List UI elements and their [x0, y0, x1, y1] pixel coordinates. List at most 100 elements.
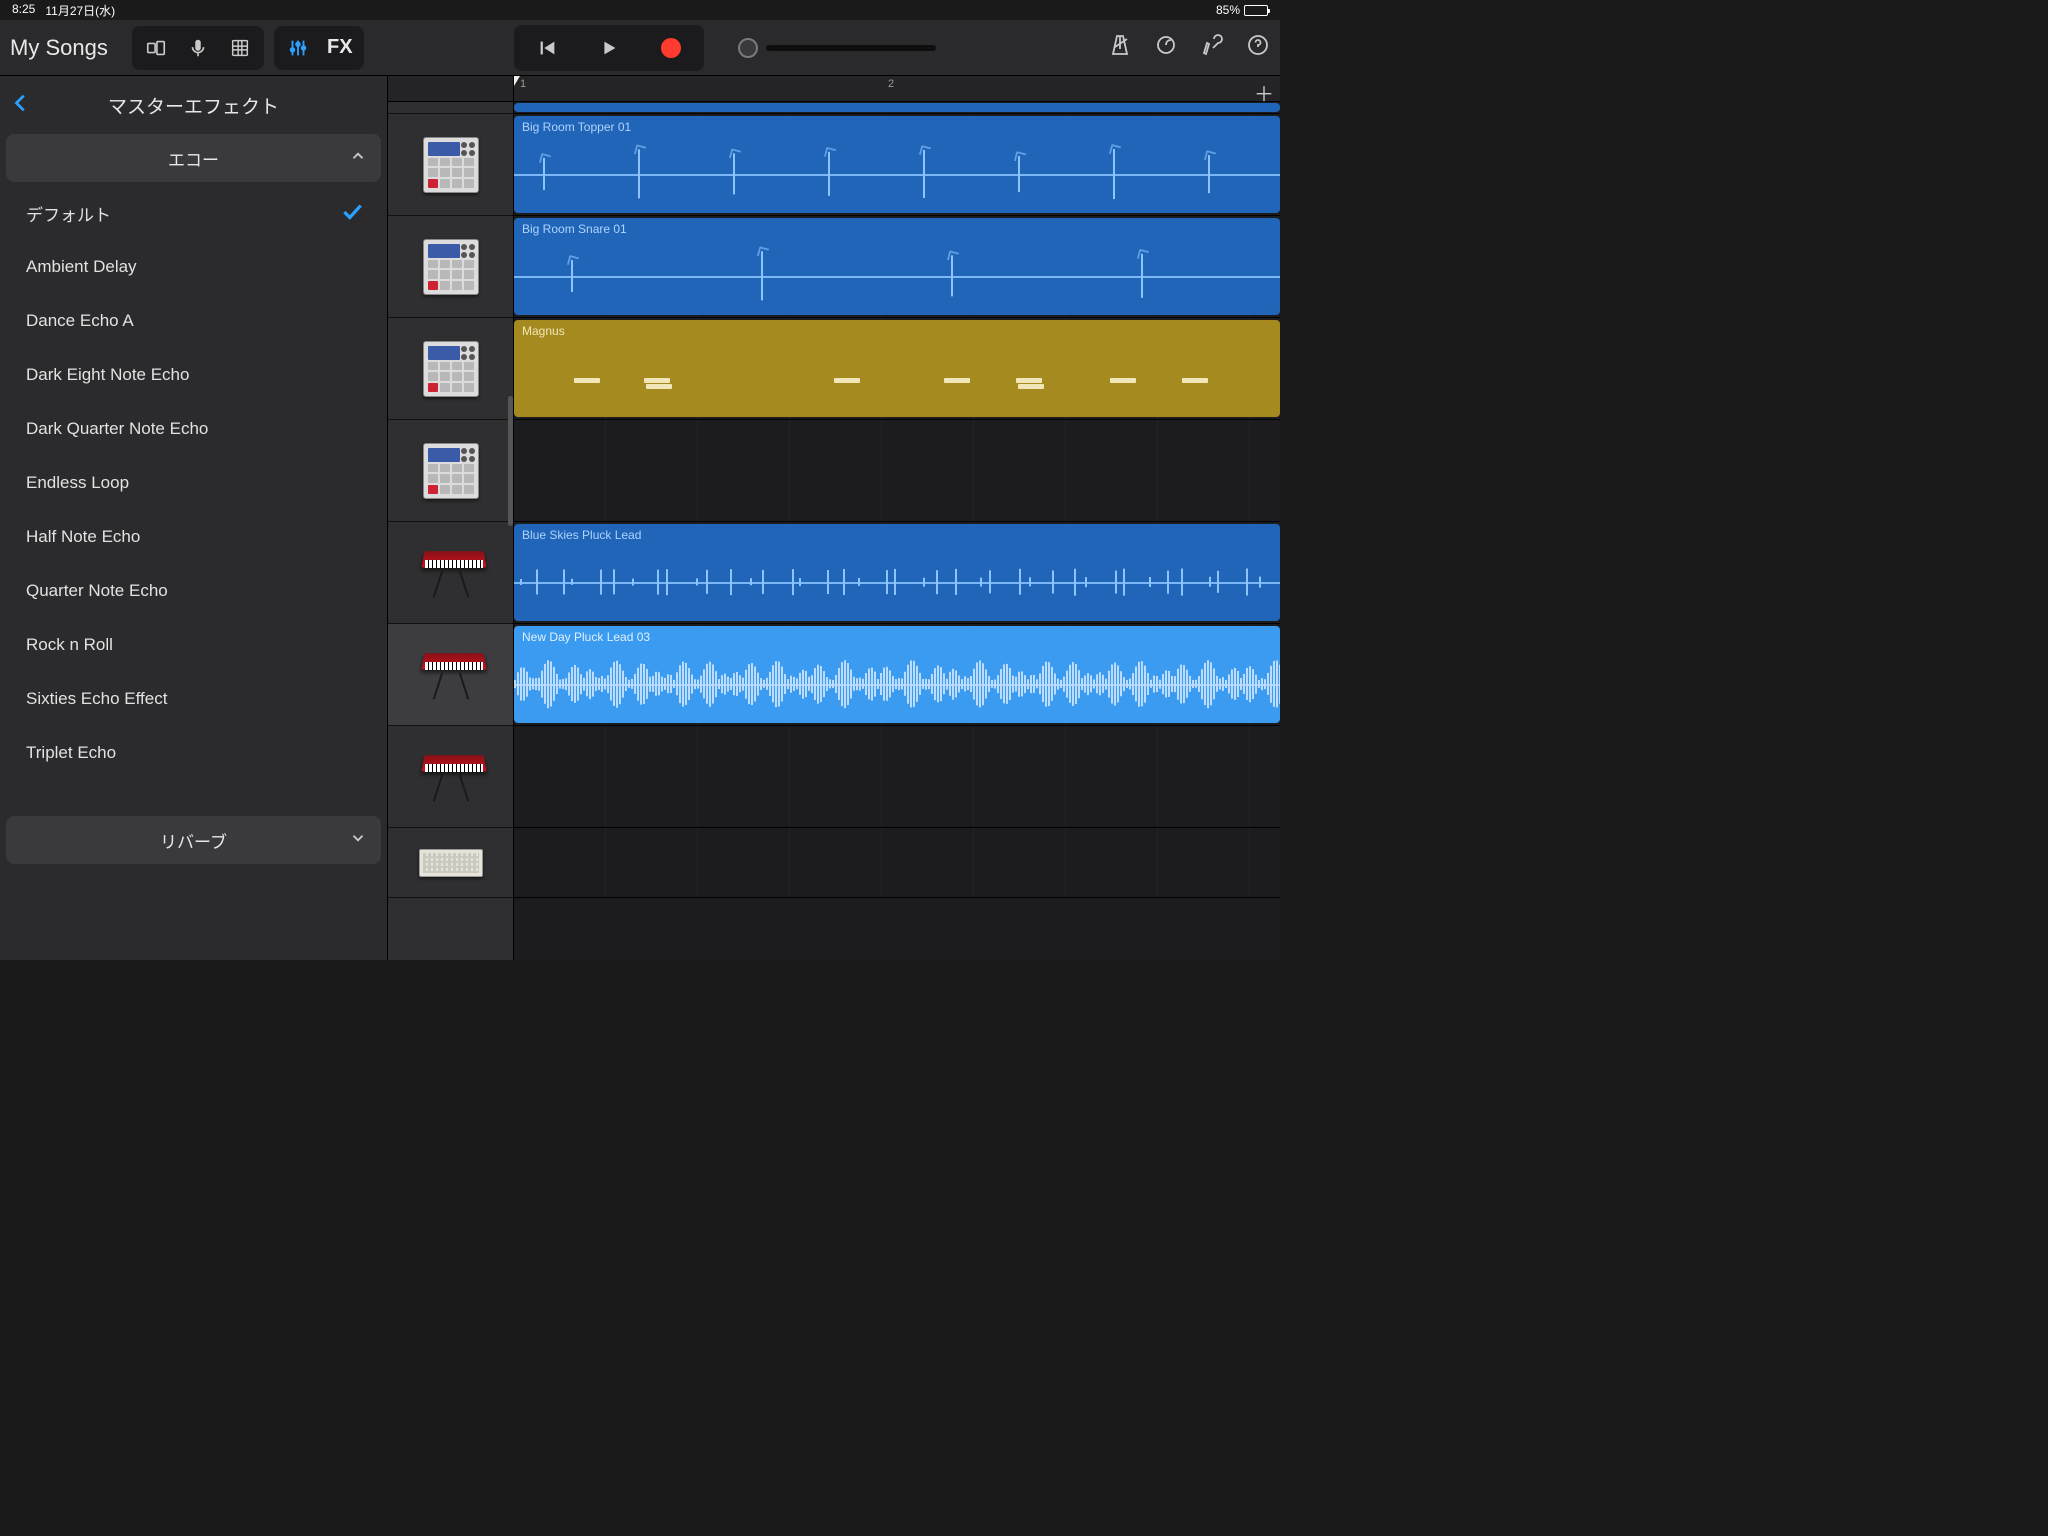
drum-machine-icon	[419, 439, 483, 503]
preset-label: Dark Quarter Note Echo	[26, 419, 208, 439]
midi-notes	[514, 378, 1280, 388]
preset-endless-loop[interactable]: Endless Loop	[0, 456, 387, 510]
region-new-day-pluck[interactable]: New Day Pluck Lead 03	[514, 626, 1280, 723]
preset-label: Quarter Note Echo	[26, 581, 168, 601]
record-button[interactable]	[642, 29, 700, 67]
bar-marker-2: 2	[888, 78, 894, 90]
track-lane-2[interactable]: Big Room Snare 01	[514, 216, 1280, 318]
reverb-section-label: リバーブ	[160, 828, 227, 853]
preset-dark-eight-note[interactable]: Dark Eight Note Echo	[0, 348, 387, 402]
track-header-column	[388, 76, 514, 960]
transport-controls	[514, 25, 704, 71]
region-big-room-topper[interactable]: Big Room Topper 01	[514, 116, 1280, 213]
preset-label: デフォルト	[26, 201, 111, 226]
track-header-2[interactable]	[388, 216, 513, 318]
fx-button[interactable]: FX	[320, 30, 360, 66]
waveform	[514, 552, 1280, 612]
preset-label: Triplet Echo	[26, 743, 116, 763]
keyboard-icon	[419, 745, 483, 809]
region-big-room-snare[interactable]: Big Room Snare 01	[514, 218, 1280, 315]
battery-icon	[1244, 5, 1268, 16]
track-header-3[interactable]	[388, 318, 513, 420]
mixer-button[interactable]	[278, 30, 318, 66]
view-mode-group	[132, 26, 264, 70]
master-effects-panel: マスターエフェクト エコー デフォルト Ambient Delay Dance …	[0, 76, 388, 960]
region-label: New Day Pluck Lead 03	[522, 630, 650, 644]
bar-marker-1: 1	[520, 78, 526, 90]
track-lane-8[interactable]	[514, 828, 1280, 898]
rewind-button[interactable]	[518, 29, 576, 67]
waveform	[514, 246, 1280, 306]
timeline[interactable]: 1 2 ＋ Big Room Topper 01 Big Room Snare …	[514, 76, 1280, 960]
track-lane-4[interactable]	[514, 420, 1280, 522]
track-header-4[interactable]	[388, 420, 513, 522]
preset-rock-n-roll[interactable]: Rock n Roll	[0, 618, 387, 672]
ruler[interactable]: 1 2 ＋	[514, 76, 1280, 102]
app-toolbar: My Songs FX	[0, 20, 1280, 76]
status-bar: 8:25 11月27日(水) 85%	[0, 0, 1280, 20]
master-volume[interactable]	[738, 38, 936, 58]
songs-button[interactable]: My Songs	[10, 35, 108, 61]
preset-triplet-echo[interactable]: Triplet Echo	[0, 726, 387, 780]
track-scrollbar[interactable]	[508, 396, 513, 526]
status-date: 11月27日(水)	[45, 2, 115, 19]
status-time: 8:25	[12, 2, 35, 19]
preset-dance-echo-a[interactable]: Dance Echo A	[0, 294, 387, 348]
preset-label: Half Note Echo	[26, 527, 140, 547]
track-header-7[interactable]	[388, 726, 513, 828]
chevron-up-icon	[349, 147, 367, 170]
waveform	[514, 144, 1280, 204]
region-magnus[interactable]: Magnus	[514, 320, 1280, 417]
track-header-0[interactable]	[388, 102, 513, 114]
metronome-button[interactable]	[1108, 33, 1132, 62]
checkmark-icon	[339, 198, 365, 229]
track-lane-0[interactable]	[514, 102, 1280, 114]
help-button[interactable]	[1246, 33, 1270, 62]
preset-sixties-echo[interactable]: Sixties Echo Effect	[0, 672, 387, 726]
volume-track[interactable]	[766, 45, 936, 51]
preset-ambient-delay[interactable]: Ambient Delay	[0, 240, 387, 294]
back-button[interactable]	[10, 89, 32, 122]
preset-label: Rock n Roll	[26, 635, 113, 655]
track-lane-7[interactable]	[514, 726, 1280, 828]
reverb-section-header[interactable]: リバーブ	[6, 816, 381, 864]
loop-button[interactable]	[1154, 33, 1178, 62]
preset-label: Dark Eight Note Echo	[26, 365, 189, 385]
preset-label: Dance Echo A	[26, 311, 134, 331]
synth-icon	[419, 831, 483, 895]
preset-half-note-echo[interactable]: Half Note Echo	[0, 510, 387, 564]
keyboard-icon	[419, 541, 483, 605]
region-label: Magnus	[522, 324, 565, 338]
region-thin[interactable]	[514, 103, 1280, 112]
region-label: Big Room Topper 01	[522, 120, 631, 134]
fx-group: FX	[274, 26, 364, 70]
track-header-8[interactable]	[388, 828, 513, 898]
chevron-down-icon	[349, 829, 367, 852]
grid-view-button[interactable]	[220, 30, 260, 66]
play-button[interactable]	[580, 29, 638, 67]
settings-button[interactable]	[1200, 33, 1224, 62]
track-header-6[interactable]	[388, 624, 513, 726]
echo-section-header[interactable]: エコー	[6, 134, 381, 182]
track-header-1[interactable]	[388, 114, 513, 216]
track-lane-3[interactable]: Magnus	[514, 318, 1280, 420]
drum-machine-icon	[419, 133, 483, 197]
preset-quarter-note-echo[interactable]: Quarter Note Echo	[0, 564, 387, 618]
panel-title: マスターエフェクト	[108, 92, 279, 119]
track-header-5[interactable]	[388, 522, 513, 624]
track-lane-5[interactable]: Blue Skies Pluck Lead	[514, 522, 1280, 624]
region-label: Blue Skies Pluck Lead	[522, 528, 641, 542]
track-lane-6[interactable]: New Day Pluck Lead 03	[514, 624, 1280, 726]
track-lane-1[interactable]: Big Room Topper 01	[514, 114, 1280, 216]
preset-label: Ambient Delay	[26, 257, 137, 277]
waveform	[514, 654, 1280, 714]
preset-default[interactable]: デフォルト	[0, 186, 387, 240]
keyboard-icon	[419, 643, 483, 707]
region-blue-skies[interactable]: Blue Skies Pluck Lead	[514, 524, 1280, 621]
preset-dark-quarter-note[interactable]: Dark Quarter Note Echo	[0, 402, 387, 456]
volume-knob-icon	[738, 38, 758, 58]
echo-section-label: エコー	[168, 146, 219, 171]
browser-view-button[interactable]	[136, 30, 176, 66]
mic-button[interactable]	[178, 30, 218, 66]
preset-label: Sixties Echo Effect	[26, 689, 167, 709]
